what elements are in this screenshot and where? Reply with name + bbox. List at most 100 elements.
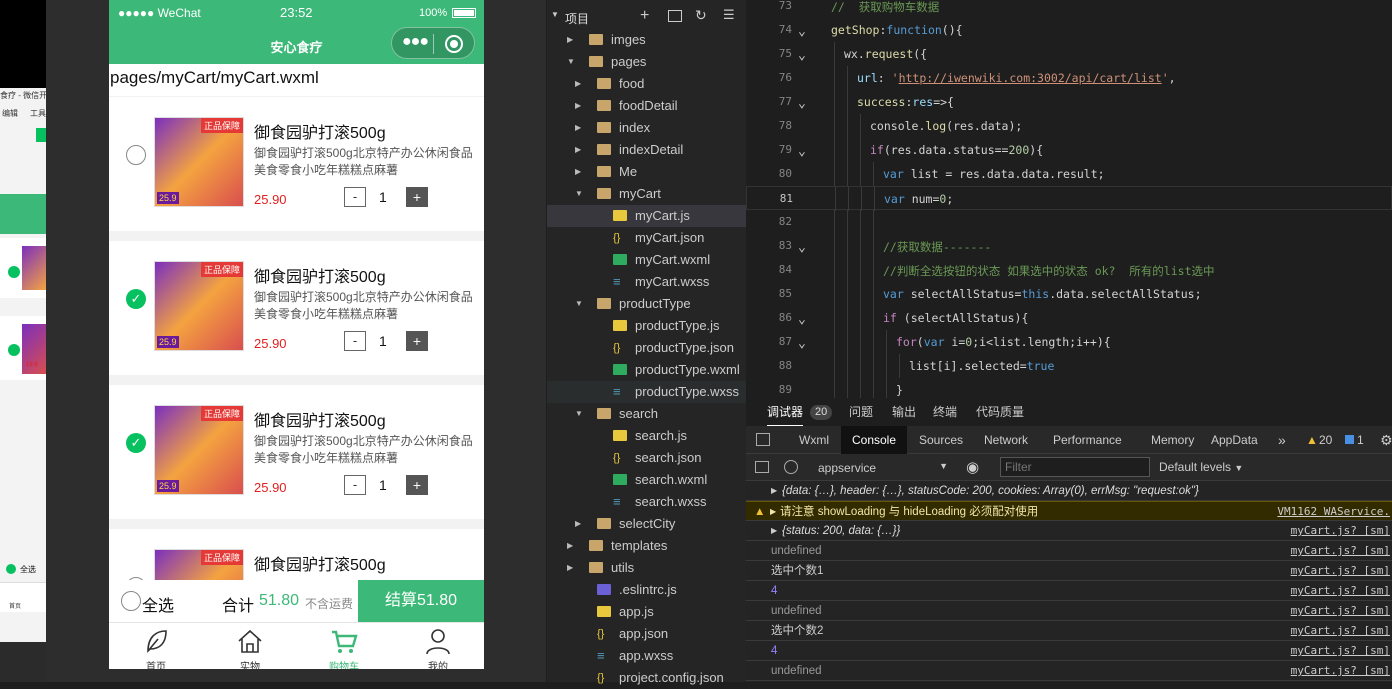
collapse-icon[interactable]: ▼ xyxy=(551,10,559,19)
checkout-button[interactable]: 结算51.80 xyxy=(358,580,484,622)
console-log-row[interactable]: ▶ {status: 200, data: {…}} myCart.js? [sm] xyxy=(746,521,1392,541)
tree-folder[interactable]: ▶ selectCity xyxy=(547,513,746,535)
tree-file[interactable]: ≡ app.wxss xyxy=(547,645,746,667)
expand-icon[interactable]: ▶ xyxy=(770,502,776,522)
chevron-right-icon[interactable]: ▶ xyxy=(567,535,573,557)
chevron-right-icon[interactable]: ▶ xyxy=(575,513,581,535)
tree-folder[interactable]: ▶ food xyxy=(547,73,746,95)
console-log-row[interactable]: undefined myCart.js? [sm] xyxy=(746,661,1392,681)
tree-folder[interactable]: ▶ utils xyxy=(547,557,746,579)
more-tabs-icon[interactable]: » xyxy=(1278,426,1286,454)
chevron-right-icon[interactable]: ▶ xyxy=(567,29,573,51)
tree-folder[interactable]: ▶ imges xyxy=(547,29,746,51)
select-all-checkbox[interactable] xyxy=(121,591,141,611)
tab-wxml[interactable]: Wxml xyxy=(799,426,829,454)
item-checkbox[interactable] xyxy=(126,145,146,165)
tab-memory[interactable]: Memory xyxy=(1151,426,1194,454)
tree-folder[interactable]: ▼ search xyxy=(547,403,746,425)
console-log-row[interactable]: 选中个数1 myCart.js? [sm] xyxy=(746,561,1392,581)
fold-chevron-icon[interactable]: ⌄ xyxy=(798,144,806,159)
chevron-right-icon[interactable]: ▶ xyxy=(575,139,581,161)
console-log-row[interactable]: 4 myCart.js? [sm] xyxy=(746,641,1392,661)
tree-file[interactable]: {} app.json xyxy=(547,623,746,645)
product-thumbnail[interactable]: 正品保障 25.9 xyxy=(154,261,244,351)
log-levels-select[interactable]: Default levels ▼ xyxy=(1159,460,1243,474)
fold-chevron-icon[interactable]: ⌄ xyxy=(798,48,806,63)
chevron-down-icon[interactable]: ▼ xyxy=(575,293,583,315)
tree-folder[interactable]: ▶ index xyxy=(547,117,746,139)
increase-button[interactable]: + xyxy=(406,187,428,207)
log-source-link[interactable]: myCart.js? [sm] xyxy=(1291,581,1390,601)
fold-chevron-icon[interactable]: ⌄ xyxy=(798,240,806,255)
chevron-right-icon[interactable]: ▶ xyxy=(575,117,581,139)
background-menu-tools[interactable]: 工具 xyxy=(30,108,46,119)
item-checkbox-checked[interactable]: ✓ xyxy=(126,289,146,309)
log-source-link[interactable]: myCart.js? [sm] xyxy=(1291,541,1390,561)
tree-file[interactable]: app.js xyxy=(547,601,746,623)
tab-sources[interactable]: Sources xyxy=(919,426,963,454)
tree-folder[interactable]: ▶ foodDetail xyxy=(547,95,746,117)
console-log-row[interactable]: ▶ {data: {…}, header: {…}, statusCode: 20… xyxy=(746,481,1392,501)
chevron-right-icon[interactable]: ▶ xyxy=(575,161,581,183)
settings-gear-icon[interactable]: ⚙ xyxy=(1380,426,1392,454)
refresh-icon[interactable]: ↻ xyxy=(695,7,707,24)
tab-home[interactable]: 首页 xyxy=(109,623,203,669)
decrease-button[interactable]: - xyxy=(344,187,366,207)
tree-file[interactable]: {} search.json xyxy=(547,447,746,469)
tree-folder[interactable]: ▼ productType xyxy=(547,293,746,315)
tree-file[interactable]: productType.js xyxy=(547,315,746,337)
log-source-link[interactable]: myCart.js? [sm] xyxy=(1291,561,1390,581)
expand-icon[interactable]: ▶ xyxy=(771,521,777,541)
context-select[interactable]: appservice ▼ xyxy=(810,460,948,476)
chevron-right-icon[interactable]: ▶ xyxy=(575,73,581,95)
tab-appdata[interactable]: AppData xyxy=(1211,426,1258,454)
close-miniprogram-icon[interactable] xyxy=(445,35,463,53)
log-source-link[interactable]: myCart.js? [sm] xyxy=(1291,641,1390,661)
tab-console[interactable]: Console xyxy=(841,426,907,454)
tree-file[interactable]: {} project.config.json xyxy=(547,667,746,689)
tab-debugger[interactable]: 调试器 xyxy=(767,398,804,426)
tab-issues[interactable]: 问题 xyxy=(849,398,873,426)
sidebar-toggle-icon[interactable] xyxy=(755,461,769,473)
tree-file[interactable]: {} productType.json xyxy=(547,337,746,359)
tab-output[interactable]: 输出 xyxy=(892,398,916,426)
error-count[interactable]: 1 xyxy=(1357,426,1364,454)
new-file-icon[interactable]: + xyxy=(640,7,649,25)
fold-chevron-icon[interactable]: ⌄ xyxy=(798,24,806,39)
product-thumbnail[interactable]: 正品保障 25.9 xyxy=(154,405,244,495)
console-log-row[interactable]: 选中个数2 myCart.js? [sm] xyxy=(746,621,1392,641)
tree-file[interactable]: ≡ productType.wxss xyxy=(547,381,746,403)
product-thumbnail[interactable]: 正品保障 25.9 xyxy=(154,117,244,207)
clear-console-icon[interactable] xyxy=(784,460,798,474)
tab-goods[interactable]: 实物 xyxy=(203,623,297,669)
fold-chevron-icon[interactable]: ⌄ xyxy=(798,336,806,351)
tree-folder[interactable]: ▼ pages xyxy=(547,51,746,73)
chevron-down-icon[interactable]: ▼ xyxy=(575,183,583,205)
tree-file[interactable]: {} myCart.json xyxy=(547,227,746,249)
chevron-down-icon[interactable]: ▼ xyxy=(567,51,575,73)
console-log-row[interactable]: undefined myCart.js? [sm] xyxy=(746,541,1392,561)
log-source-link[interactable]: myCart.js? [sm] xyxy=(1291,601,1390,621)
tab-code-quality[interactable]: 代码质量 xyxy=(976,398,1024,426)
log-source-link[interactable]: myCart.js? [sm] xyxy=(1291,521,1390,541)
chevron-right-icon[interactable]: ▶ xyxy=(575,95,581,117)
collapse-all-icon[interactable]: ☰ xyxy=(723,7,735,23)
item-checkbox-checked[interactable]: ✓ xyxy=(126,433,146,453)
tree-file[interactable]: .eslintrc.js xyxy=(547,579,746,601)
decrease-button[interactable]: - xyxy=(344,475,366,495)
tree-file[interactable]: search.js xyxy=(547,425,746,447)
tab-network[interactable]: Network xyxy=(984,426,1028,454)
filter-input[interactable] xyxy=(1000,457,1150,477)
background-menu-edit[interactable]: 编辑 xyxy=(2,108,18,119)
tree-file[interactable]: myCart.wxml xyxy=(547,249,746,271)
tab-me[interactable]: 我的 xyxy=(391,623,484,669)
increase-button[interactable]: + xyxy=(406,475,428,495)
inspect-icon[interactable] xyxy=(756,433,770,446)
chevron-right-icon[interactable]: ▶ xyxy=(567,557,573,579)
fold-chevron-icon[interactable]: ⌄ xyxy=(798,312,806,327)
fold-chevron-icon[interactable]: ⌄ xyxy=(798,96,806,111)
increase-button[interactable]: + xyxy=(406,331,428,351)
console-warning-row[interactable]: ▲ ▶ 请注意 showLoading 与 hideLoading 必须配对使用 VM… xyxy=(746,501,1392,521)
code-editor[interactable]: 73 // 获取购物车数据 74 ⌄ getShop:function(){75 ⌄ wx.… xyxy=(746,0,1392,402)
tree-file[interactable]: myCart.js xyxy=(547,205,746,227)
